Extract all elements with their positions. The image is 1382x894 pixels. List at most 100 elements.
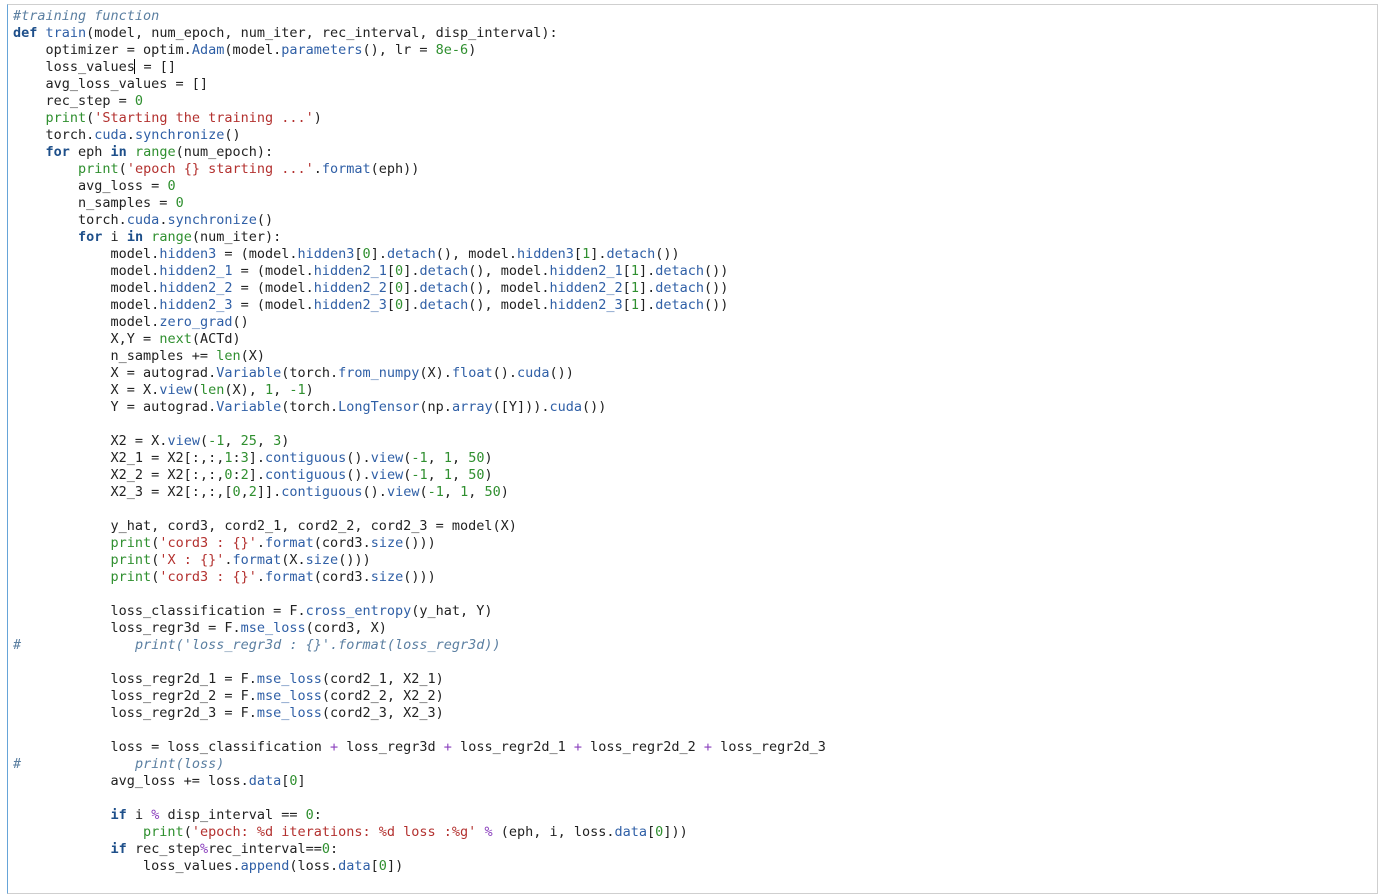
code-line[interactable]: for eph in range(num_epoch): <box>13 144 1377 161</box>
code-line[interactable]: if i % disp_interval == 0: <box>13 807 1377 824</box>
code-line[interactable]: print('X : {}'.format(X.size())) <box>13 552 1377 569</box>
code-token: append <box>240 858 290 874</box>
code-token: -1 <box>411 467 428 483</box>
code-line[interactable]: avg_loss = 0 <box>13 178 1377 195</box>
code-cell[interactable]: #training function def train(model, num_e… <box>7 4 1378 894</box>
code-token: (), model. <box>468 297 550 313</box>
code-token: [ <box>622 280 631 296</box>
code-line[interactable]: print('Starting the training ...') <box>13 110 1377 127</box>
code-line[interactable]: rec_step = 0 <box>13 93 1377 110</box>
code-line[interactable]: avg_loss_values = [] <box>13 76 1377 93</box>
code-token: hidden2_2 <box>313 280 387 296</box>
code-token: X = X. <box>13 382 160 398</box>
code-token: (). <box>346 467 371 483</box>
code-token: detach <box>419 297 469 313</box>
code-line[interactable]: X2_3 = X2[:,:,[0,2]].contiguous().view(-… <box>13 484 1377 501</box>
code-token: len <box>216 348 241 364</box>
code-token: 0 <box>232 484 241 500</box>
code-line[interactable]: print('cord3 : {}'.format(cord3.size())) <box>13 569 1377 586</box>
code-token: + <box>703 739 713 755</box>
code-line[interactable]: model.hidden2_1 = (model.hidden2_1[0].de… <box>13 263 1377 280</box>
code-token: = (model. <box>232 297 314 313</box>
code-line[interactable]: X = X.view(len(X), 1, -1) <box>13 382 1377 399</box>
code-token: range <box>151 229 192 245</box>
code-line[interactable]: if rec_step%rec_interval==0: <box>13 841 1377 858</box>
code-line[interactable]: ​ <box>13 501 1377 518</box>
code-line[interactable]: loss_regr2d_1 = F.mse_loss(cord2_1, X2_1… <box>13 671 1377 688</box>
code-token: torch. <box>13 212 127 228</box>
code-line[interactable]: loss_classification = F.cross_entropy(y_… <box>13 603 1377 620</box>
code-line[interactable]: X = autograd.Variable(torch.from_numpy(X… <box>13 365 1377 382</box>
code-token: ()) <box>582 399 607 415</box>
code-line[interactable]: avg_loss += loss.data[0] <box>13 773 1377 790</box>
code-token: hidden3 <box>159 246 217 262</box>
code-line[interactable]: ​ <box>13 416 1377 433</box>
code-line[interactable]: ​ <box>13 722 1377 739</box>
code-token: mse_loss <box>256 705 322 721</box>
code-token: size <box>370 535 404 551</box>
code-line[interactable]: for i in range(num_iter): <box>13 229 1377 246</box>
code-line[interactable]: torch.cuda.synchronize() <box>13 212 1377 229</box>
code-line[interactable]: loss_regr3d = F.mse_loss(cord3, X) <box>13 620 1377 637</box>
code-token: , <box>256 433 274 449</box>
code-line[interactable]: # print('loss_regr3d : {}'.format(loss_r… <box>13 637 1377 654</box>
code-token: ]. <box>403 263 420 279</box>
code-line[interactable]: model.zero_grad() <box>13 314 1377 331</box>
code-line[interactable]: loss = loss_classification + loss_regr3d… <box>13 739 1377 756</box>
code-line[interactable]: model.hidden2_3 = (model.hidden2_3[0].de… <box>13 297 1377 314</box>
code-token: : <box>232 450 241 466</box>
code-token: (eph, i, loss. <box>492 824 615 840</box>
code-token: , <box>452 467 469 483</box>
code-line[interactable]: X,Y = next(ACTd) <box>13 331 1377 348</box>
code-line[interactable]: loss_regr2d_3 = F.mse_loss(cord2_3, X2_3… <box>13 705 1377 722</box>
code-token: ) <box>484 450 493 466</box>
code-line[interactable]: #training function <box>13 8 1377 25</box>
code-token: 0 <box>378 858 387 874</box>
code-line[interactable]: y_hat, cord3, cord2_1, cord2_2, cord2_3 … <box>13 518 1377 535</box>
code-line[interactable]: model.hidden2_2 = (model.hidden2_2[0].de… <box>13 280 1377 297</box>
code-line[interactable]: loss_regr2d_2 = F.mse_loss(cord2_2, X2_2… <box>13 688 1377 705</box>
code-line[interactable]: torch.cuda.synchronize() <box>13 127 1377 144</box>
code-line[interactable]: print('cord3 : {}'.format(cord3.size())) <box>13 535 1377 552</box>
code-token: Variable <box>216 399 282 415</box>
code-line[interactable]: ​ <box>13 790 1377 807</box>
code-token: detach <box>419 263 469 279</box>
code-editor[interactable]: #training function def train(model, num_e… <box>13 8 1377 875</box>
code-line[interactable]: X2_2 = X2[:,:,0:2].contiguous().view(-1,… <box>13 467 1377 484</box>
code-token: [ <box>647 824 656 840</box>
code-line[interactable]: X2 = X.view(-1, 25, 3) <box>13 433 1377 450</box>
code-token: 0 <box>305 807 314 823</box>
code-line[interactable]: ​ <box>13 654 1377 671</box>
code-token: data <box>248 773 282 789</box>
code-token: 25 <box>240 433 257 449</box>
code-token: ]. <box>638 297 656 313</box>
code-token: () <box>232 314 249 330</box>
code-token: 8e-6 <box>435 42 469 58</box>
code-line[interactable]: # print(loss) <box>13 756 1377 773</box>
code-token: len <box>199 382 225 398</box>
code-line[interactable]: n_samples += len(X) <box>13 348 1377 365</box>
code-token: : <box>313 807 322 823</box>
code-token: avg_loss += loss. <box>13 773 249 789</box>
code-token: detach <box>655 297 704 313</box>
code-line[interactable]: print('epoch {} starting ...'.format(eph… <box>13 161 1377 178</box>
code-line[interactable]: n_samples = 0 <box>13 195 1377 212</box>
code-token: ()) <box>704 280 729 296</box>
code-line[interactable]: print('epoch: %d iterations: %d loss :%g… <box>13 824 1377 841</box>
code-line[interactable]: optimizer = optim.Adam(model.parameters(… <box>13 42 1377 59</box>
code-line[interactable]: model.hidden3 = (model.hidden3[0].detach… <box>13 246 1377 263</box>
code-line[interactable]: ​ <box>13 586 1377 603</box>
code-line[interactable]: X2_1 = X2[:,:,1:3].contiguous().view(-1,… <box>13 450 1377 467</box>
code-line[interactable]: Y = autograd.Variable(torch.LongTensor(n… <box>13 399 1377 416</box>
code-token: if <box>110 807 127 823</box>
code-line[interactable]: loss_values.append(loss.data[0]) <box>13 858 1377 875</box>
code-token: 'epoch: %d iterations: %d loss :%g' <box>191 824 477 840</box>
code-line[interactable]: def train(model, num_epoch, num_iter, re… <box>13 25 1377 42</box>
code-token: hidden2_3 <box>549 297 623 313</box>
code-token: ]. <box>638 280 656 296</box>
code-line[interactable]: loss_values = [] <box>13 59 1377 76</box>
code-token: ())) <box>403 535 436 551</box>
